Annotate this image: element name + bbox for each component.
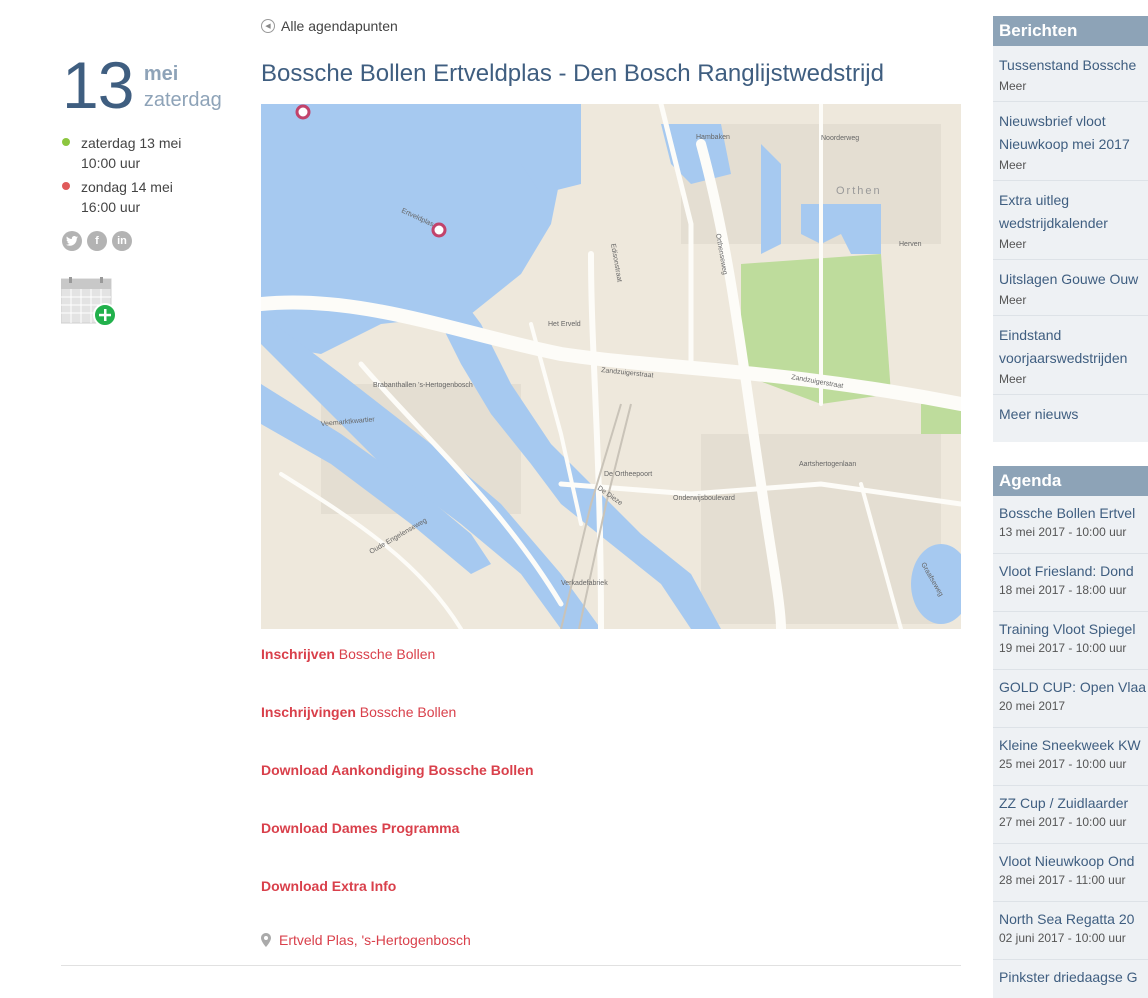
news-more-link[interactable]: Meer [999, 77, 1142, 101]
event-weekday: zaterdag [143, 89, 222, 111]
svg-text:Herven: Herven [899, 241, 922, 248]
event-month: mei [143, 63, 179, 85]
svg-text:Noorderweg: Noorderweg [821, 135, 859, 142]
event-end: zondag 14 mei 16:00 uur [62, 177, 242, 217]
agenda-item[interactable]: Pinkster driedaagse G [993, 960, 1148, 998]
event-times: zaterdag 13 mei 10:00 uur zondag 14 mei … [62, 133, 242, 221]
news-more-link[interactable]: Meer [999, 235, 1142, 259]
news-item[interactable]: Uitslagen Gouwe Ouw Meer [993, 260, 1148, 316]
news-panel: Berichten Tussenstand Bossche Meer Nieuw… [993, 16, 1148, 442]
agenda-item[interactable]: North Sea Regatta 20 02 juni 2017 - 10:00… [993, 902, 1148, 960]
agenda-item[interactable]: Bossche Bollen Ertvel 13 mei 2017 - 10:00… [993, 496, 1148, 554]
agenda-panel: Agenda Bossche Bollen Ertvel 13 mei 2017 … [993, 466, 1148, 998]
news-panel-title: Berichten [993, 16, 1148, 46]
event-start: zaterdag 13 mei 10:00 uur [62, 133, 242, 173]
news-item[interactable]: Extra uitleg wedstrijdkalender Meer [993, 181, 1148, 260]
more-news-link[interactable]: Meer nieuws [993, 395, 1148, 433]
social-share: f in [62, 231, 132, 251]
download-ladies-program-link[interactable]: Download Dames Programma [261, 819, 961, 877]
news-more-link[interactable]: Meer [999, 291, 1142, 315]
start-dot-icon [62, 138, 70, 146]
add-to-calendar-button[interactable] [60, 277, 119, 329]
content-divider [61, 965, 961, 966]
end-dot-icon [62, 182, 70, 190]
news-item[interactable]: Tussenstand Bossche Meer [993, 46, 1148, 102]
linkedin-icon[interactable]: in [112, 231, 132, 251]
svg-text:Onderwijsboulevard: Onderwijsboulevard [673, 495, 735, 502]
location-link[interactable]: Ertveld Plas, 's-Hertogenbosch [261, 932, 471, 948]
agenda-panel-title: Agenda [993, 466, 1148, 496]
map-pin-icon [261, 933, 271, 947]
news-item[interactable]: Eindstand voorjaarswedstrijden Meer [993, 316, 1148, 395]
agenda-item[interactable]: GOLD CUP: Open Vlaa 20 mei 2017 [993, 670, 1148, 728]
news-more-link[interactable]: Meer [999, 370, 1142, 394]
back-to-agenda-link[interactable]: ◀ Alle agendapunten [261, 18, 398, 34]
svg-text:Aartshertogenlaan: Aartshertogenlaan [799, 461, 856, 468]
calendar-add-icon [60, 277, 117, 327]
signup-link[interactable]: Inschrijven Bossche Bollen [261, 645, 961, 703]
page-title: Bossche Bollen Ertveldplas - Den Bosch R… [261, 60, 884, 87]
event-links: Inschrijven Bossche Bollen Inschrijvinge… [261, 645, 961, 935]
svg-text:Orthen: Orthen [836, 185, 882, 197]
agenda-item[interactable]: Training Vloot Spiegel 19 mei 2017 - 10:0… [993, 612, 1148, 670]
svg-text:Hambaken: Hambaken [696, 134, 730, 141]
svg-text:Het Erveld: Het Erveld [548, 321, 581, 328]
svg-text:Brabanthallen 's-Hertogenbosch: Brabanthallen 's-Hertogenbosch [373, 382, 473, 389]
location-map[interactable]: Ertveldplas Hambaken Noorderweg Orthen H… [261, 104, 961, 629]
agenda-item[interactable]: ZZ Cup / Zuidlaarder 27 mei 2017 - 10:00 … [993, 786, 1148, 844]
download-announcement-link[interactable]: Download Aankondiging Bossche Bollen [261, 761, 961, 819]
agenda-item[interactable]: Kleine Sneekweek KW 25 mei 2017 - 10:00 u… [993, 728, 1148, 786]
svg-text:Verkadefabriek: Verkadefabriek [561, 580, 608, 587]
download-extra-info-link[interactable]: Download Extra Info [261, 877, 961, 935]
facebook-icon[interactable]: f [87, 231, 107, 251]
news-more-link[interactable]: Meer [999, 156, 1142, 180]
svg-text:De Ortheepoort: De Ortheepoort [604, 471, 652, 478]
event-day-number: 13 [62, 48, 134, 122]
signups-list-link[interactable]: Inschrijvingen Bossche Bollen [261, 703, 961, 761]
agenda-item[interactable]: Vloot Friesland: Dond 18 mei 2017 - 18:00… [993, 554, 1148, 612]
event-date-block: 13 mei zaterdag [62, 52, 242, 118]
twitter-icon[interactable] [62, 231, 82, 251]
chevron-left-icon: ◀ [261, 19, 275, 33]
agenda-item[interactable]: Vloot Nieuwkoop Ond 28 mei 2017 - 11:00 u… [993, 844, 1148, 902]
news-item[interactable]: Nieuwsbrief vloot Nieuwkoop mei 2017 Mee… [993, 102, 1148, 181]
